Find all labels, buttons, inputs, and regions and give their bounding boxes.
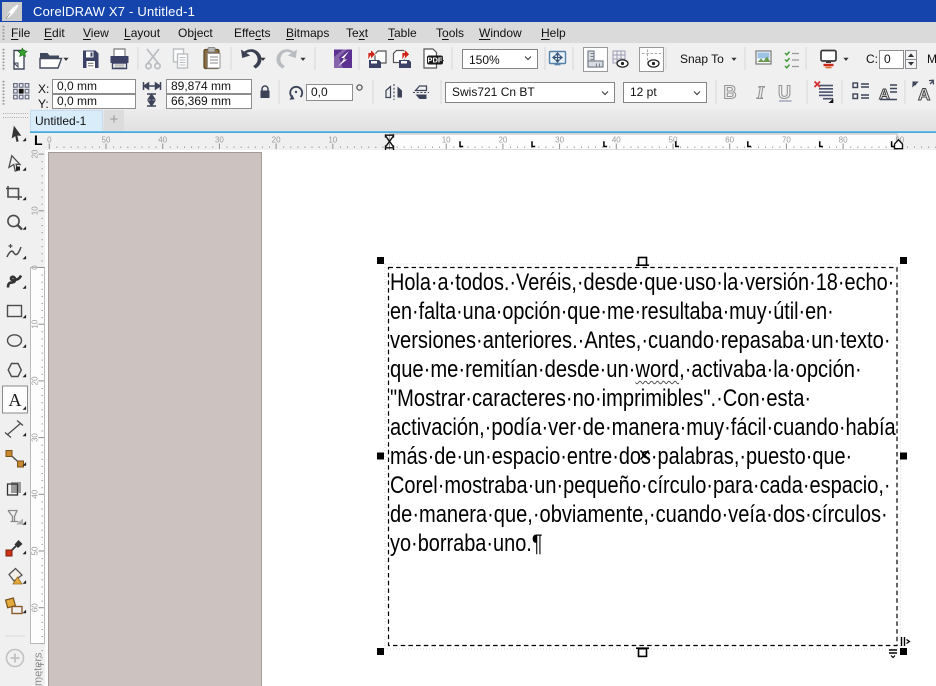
svg-text:A: A (879, 86, 890, 103)
svg-text:20: 20 (272, 136, 281, 145)
svg-text:30: 30 (215, 136, 224, 145)
svg-text:A: A (9, 390, 22, 410)
svg-text:60: 60 (725, 136, 734, 145)
svg-text:millimeters: millimeters (33, 652, 45, 686)
svg-text:50: 50 (669, 136, 678, 145)
svg-text:40: 40 (31, 489, 40, 498)
svg-text:40: 40 (158, 136, 167, 145)
svg-text:80: 80 (839, 136, 848, 145)
svg-text:PDF: PDF (428, 56, 443, 65)
svg-text:B: B (724, 83, 737, 103)
svg-text:10: 10 (442, 136, 451, 145)
svg-text:50: 50 (31, 546, 40, 555)
svg-text:30: 30 (555, 136, 564, 145)
svg-text:10: 10 (328, 136, 337, 145)
svg-text:70: 70 (782, 136, 791, 145)
svg-text:20: 20 (31, 150, 40, 159)
svg-text:U: U (778, 83, 791, 103)
svg-text:10: 10 (31, 206, 40, 215)
svg-text:40: 40 (612, 136, 621, 145)
svg-text:20: 20 (498, 136, 507, 145)
svg-text:0: 0 (31, 265, 40, 270)
svg-text:10: 10 (31, 319, 40, 328)
svg-text:I: I (756, 83, 765, 103)
svg-text:30: 30 (31, 433, 40, 442)
svg-text:A: A (918, 85, 930, 104)
svg-text:50: 50 (102, 136, 111, 145)
svg-text:20: 20 (31, 376, 40, 385)
svg-text:60: 60 (31, 603, 40, 612)
svg-text:0: 0 (47, 136, 52, 145)
